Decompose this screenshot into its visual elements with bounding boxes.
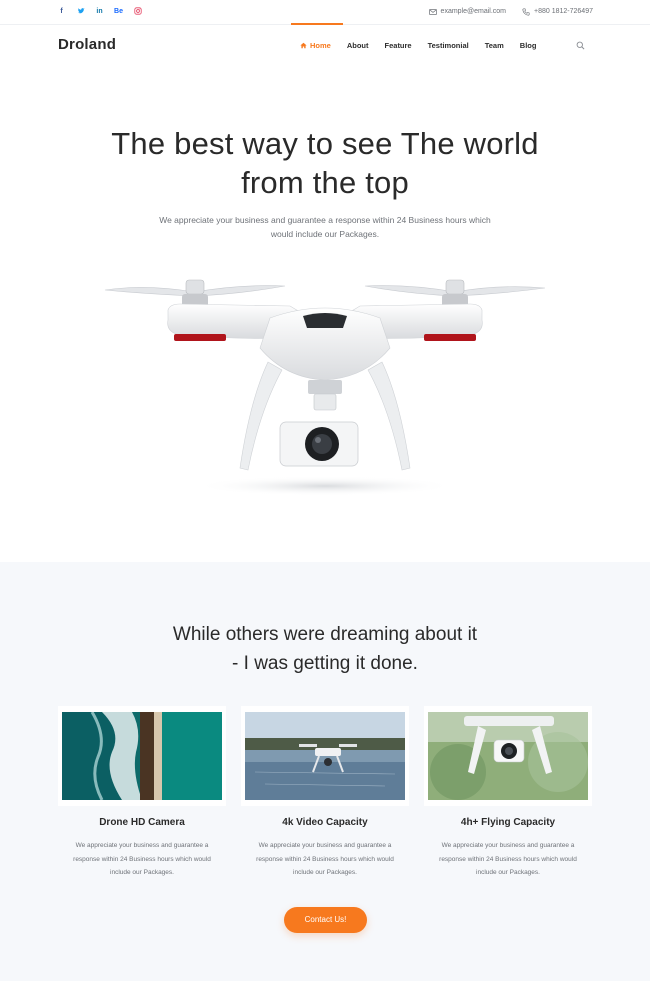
home-icon	[300, 42, 307, 49]
main-navigation: Droland Home About Feature Testimonial T…	[0, 23, 650, 66]
card-title: 4k Video Capacity	[282, 817, 368, 828]
nav-item-testimonial[interactable]: Testimonial	[428, 41, 469, 50]
card-description-line: We appreciate your business and guarante…	[441, 842, 575, 849]
behance-icon[interactable]: Be	[114, 7, 123, 17]
card-description-line: We appreciate your business and guarante…	[75, 842, 209, 849]
phone-icon	[522, 8, 530, 16]
drone-hero-image	[104, 279, 546, 496]
nav-item-team[interactable]: Team	[485, 41, 504, 50]
hero-subtitle-line: would include our Packages.	[270, 229, 380, 239]
nav-item-about[interactable]: About	[347, 41, 369, 50]
envelope-icon	[428, 9, 437, 15]
hero-subtitle: We appreciate your business and guarante…	[130, 213, 520, 241]
hero-title-line: The best way to see The world	[111, 126, 539, 161]
feature-card: Drone HD Camera We appreciate your busin…	[58, 706, 230, 896]
card-description: We appreciate your business and guarante…	[249, 839, 401, 880]
feature-card: 4h+ Flying Capacity We appreciate your b…	[424, 706, 596, 896]
nav-item-label: Team	[484, 41, 504, 50]
hero-title-line: from the top	[241, 165, 409, 200]
nav-item-label: Feature	[384, 41, 412, 50]
card-title: 4h+ Flying Capacity	[460, 817, 556, 828]
hero-subtitle-line: We appreciate your business and guarante…	[159, 215, 491, 225]
facebook-icon[interactable]: f	[57, 7, 66, 17]
card-description-line: include our Packages.	[110, 869, 174, 876]
card-description-line: response within 24 Business hours which …	[73, 855, 211, 863]
coastline-aerial-image	[62, 712, 222, 800]
feature-card: 4k Video Capacity We appreciate your bus…	[241, 706, 413, 896]
nav-menu: Home About Feature Testimonial Team Blog	[300, 41, 552, 50]
nav-item-home[interactable]: Home	[300, 41, 331, 50]
nav-item-label: Home	[310, 41, 331, 50]
contact-us-button[interactable]: Contact Us!	[284, 907, 367, 933]
top-bar: f in Be example@email.com +880 1812-7264…	[0, 0, 650, 25]
linkedin-icon[interactable]: in	[95, 7, 104, 17]
card-description-line: response within 24 Business hours which …	[439, 855, 577, 863]
features-title-line: - I was getting it done.	[232, 653, 418, 674]
twitter-bird-glyph	[77, 8, 85, 14]
twitter-icon[interactable]	[76, 7, 85, 17]
drone-over-water-image	[245, 712, 405, 800]
features-title-line: While others were dreaming about it	[172, 624, 478, 645]
nav-item-feature[interactable]: Feature	[385, 41, 412, 50]
email-contact[interactable]: example@email.com	[428, 7, 507, 17]
card-description: We appreciate your business and guarante…	[432, 839, 584, 880]
nav-item-label: About	[346, 41, 369, 50]
features-title: While others were dreaming about it - I …	[0, 620, 650, 678]
instagram-icon[interactable]	[133, 7, 142, 17]
card-description: We appreciate your business and guarante…	[66, 839, 218, 880]
instagram-glyph	[133, 7, 142, 15]
card-title: Drone HD Camera	[99, 817, 185, 828]
nav-item-blog[interactable]: Blog	[520, 41, 537, 50]
email-text: example@email.com	[440, 8, 507, 15]
active-nav-indicator	[291, 23, 343, 25]
nav-item-label: Blog	[519, 41, 537, 50]
hero-title: The best way to see The world from the t…	[0, 124, 650, 202]
card-description-line: include our Packages.	[476, 869, 540, 876]
phone-text: +880 1812-726497	[534, 8, 593, 15]
drone-closeup-image	[428, 712, 588, 800]
card-description-line: response within 24 Business hours which …	[256, 855, 394, 863]
card-description-line: We appreciate your business and guarante…	[258, 842, 392, 849]
phone-contact[interactable]: +880 1812-726497	[522, 7, 593, 17]
card-description-line: include our Packages.	[293, 869, 357, 876]
search-icon[interactable]	[576, 41, 585, 50]
nav-item-label: Testimonial	[427, 41, 469, 50]
social-links: f in Be	[57, 7, 142, 17]
contact-info: example@email.com +880 1812-726497	[428, 7, 593, 17]
site-logo[interactable]: Droland	[58, 36, 116, 53]
